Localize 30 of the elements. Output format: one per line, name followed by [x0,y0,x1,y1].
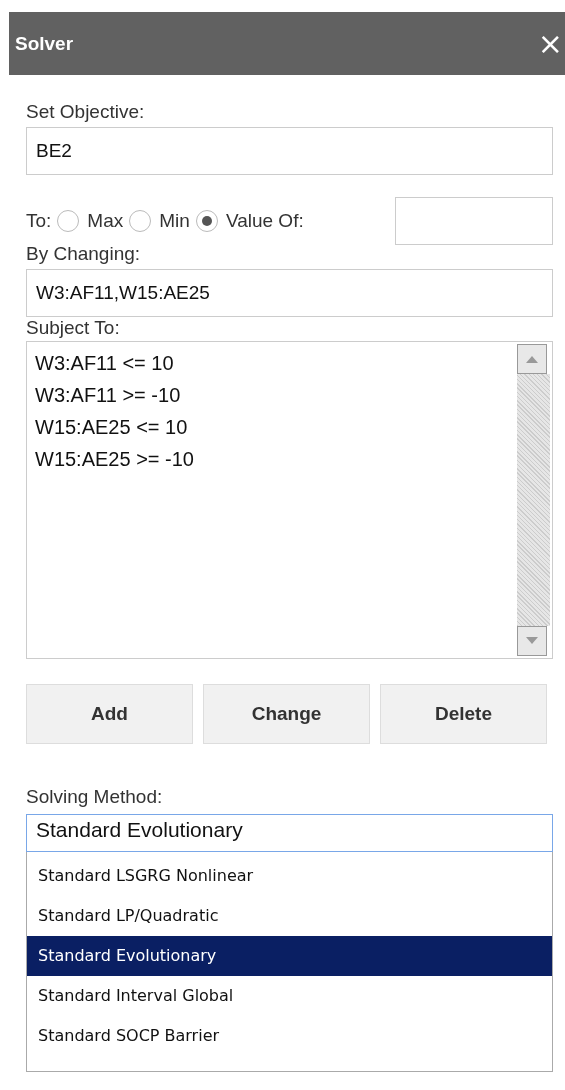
constraints-list[interactable]: W3:AF11 <= 10 W3:AF11 >= -10 W15:AE25 <= 10 W15:AE25 >= -10 [26,341,553,659]
constraint-item[interactable]: W15:AE25 <= 10 [35,411,188,443]
changing-field[interactable]: W3:AF11,W15:AE25 [26,269,553,317]
action-button[interactable]: Delete [380,684,547,744]
value-field[interactable] [395,197,553,245]
field-label: To: [26,210,52,232]
dropdown-option[interactable]: Standard LP/Quadratic [27,896,552,936]
window-title: Solver [15,32,74,55]
constraint-item[interactable]: W3:AF11 >= -10 [35,379,181,411]
constraint-item[interactable]: W15:AE25 >= -10 [35,443,194,475]
method-select[interactable]: Standard Evolutionary [26,814,553,852]
constraint-item[interactable]: W3:AF11 <= 10 [35,347,174,379]
dropdown-option[interactable]: Standard Interval Global [27,976,552,1016]
field-label: Solving Method: [26,786,163,808]
field-label: Subject To: [26,317,120,339]
action-button[interactable]: Change [203,684,370,744]
objective-field[interactable]: BE2 [26,127,553,175]
dropdown-option[interactable]: Standard Evolutionary [27,936,552,976]
field-label: Set Objective: [26,101,145,123]
radio-label: Max [87,210,124,232]
dropdown-option[interactable]: Standard SOCP Barrier [27,1016,552,1056]
scroll-down-icon[interactable] [517,626,547,656]
scroll-up-icon[interactable] [517,344,547,374]
radio-label: Min [159,210,190,232]
radio-label: Value Of: [225,210,304,232]
field-label: By Changing: [26,243,141,265]
scroll-bar[interactable] [515,342,552,658]
action-button[interactable]: Add [26,684,193,744]
close-button[interactable]: × [537,28,565,59]
dropdown-option[interactable]: Standard LSGRG Nonlinear [27,856,552,896]
